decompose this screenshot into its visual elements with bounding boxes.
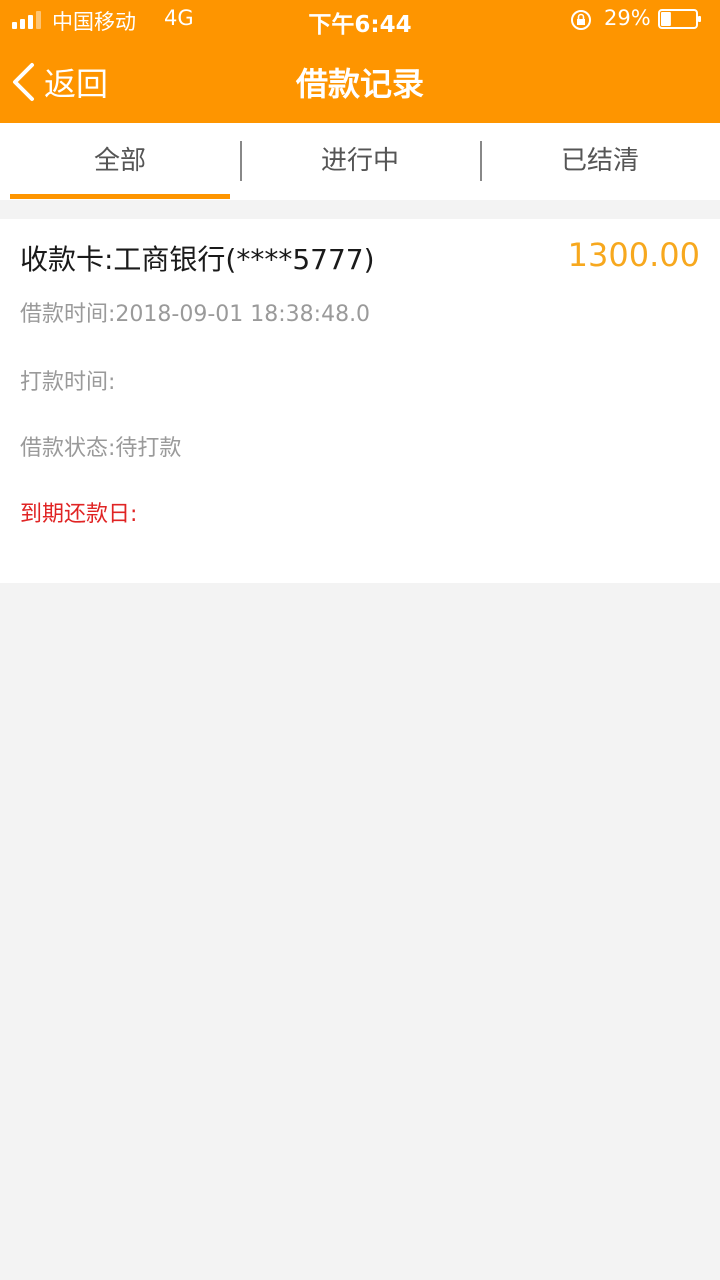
- tab-all[interactable]: 全部: [0, 123, 240, 200]
- battery-percent: 29%: [604, 6, 651, 30]
- tab-bar: 全部 进行中 已结清: [0, 123, 720, 200]
- borrow-time: 借款时间:2018-09-01 18:38:48.0: [20, 302, 371, 327]
- navigation-bar: 返回 借款记录: [0, 40, 720, 123]
- loan-record-card[interactable]: 收款卡:工商银行(****5777) 1300.00 借款时间:2018-09-…: [0, 219, 720, 583]
- active-tab-indicator: [10, 194, 230, 199]
- app-header: 中国移动 4G 下午6:44 29% 返回 借款记录: [0, 0, 720, 123]
- page-title: 借款记录: [295, 65, 424, 103]
- payment-time: 打款时间:: [20, 370, 116, 395]
- loan-status: 借款状态:待打款: [20, 436, 182, 461]
- due-date: 到期还款日:: [20, 502, 138, 527]
- battery-icon: [658, 9, 701, 29]
- status-bar: 中国移动 4G 下午6:44 29%: [0, 0, 720, 40]
- rotation-lock-icon: [571, 10, 591, 30]
- receiving-card-label: 收款卡:工商银行(****5777): [20, 243, 375, 276]
- tab-in-progress[interactable]: 进行中: [240, 123, 480, 200]
- tab-settled[interactable]: 已结清: [480, 123, 720, 200]
- loan-amount: 1300.00: [567, 236, 700, 274]
